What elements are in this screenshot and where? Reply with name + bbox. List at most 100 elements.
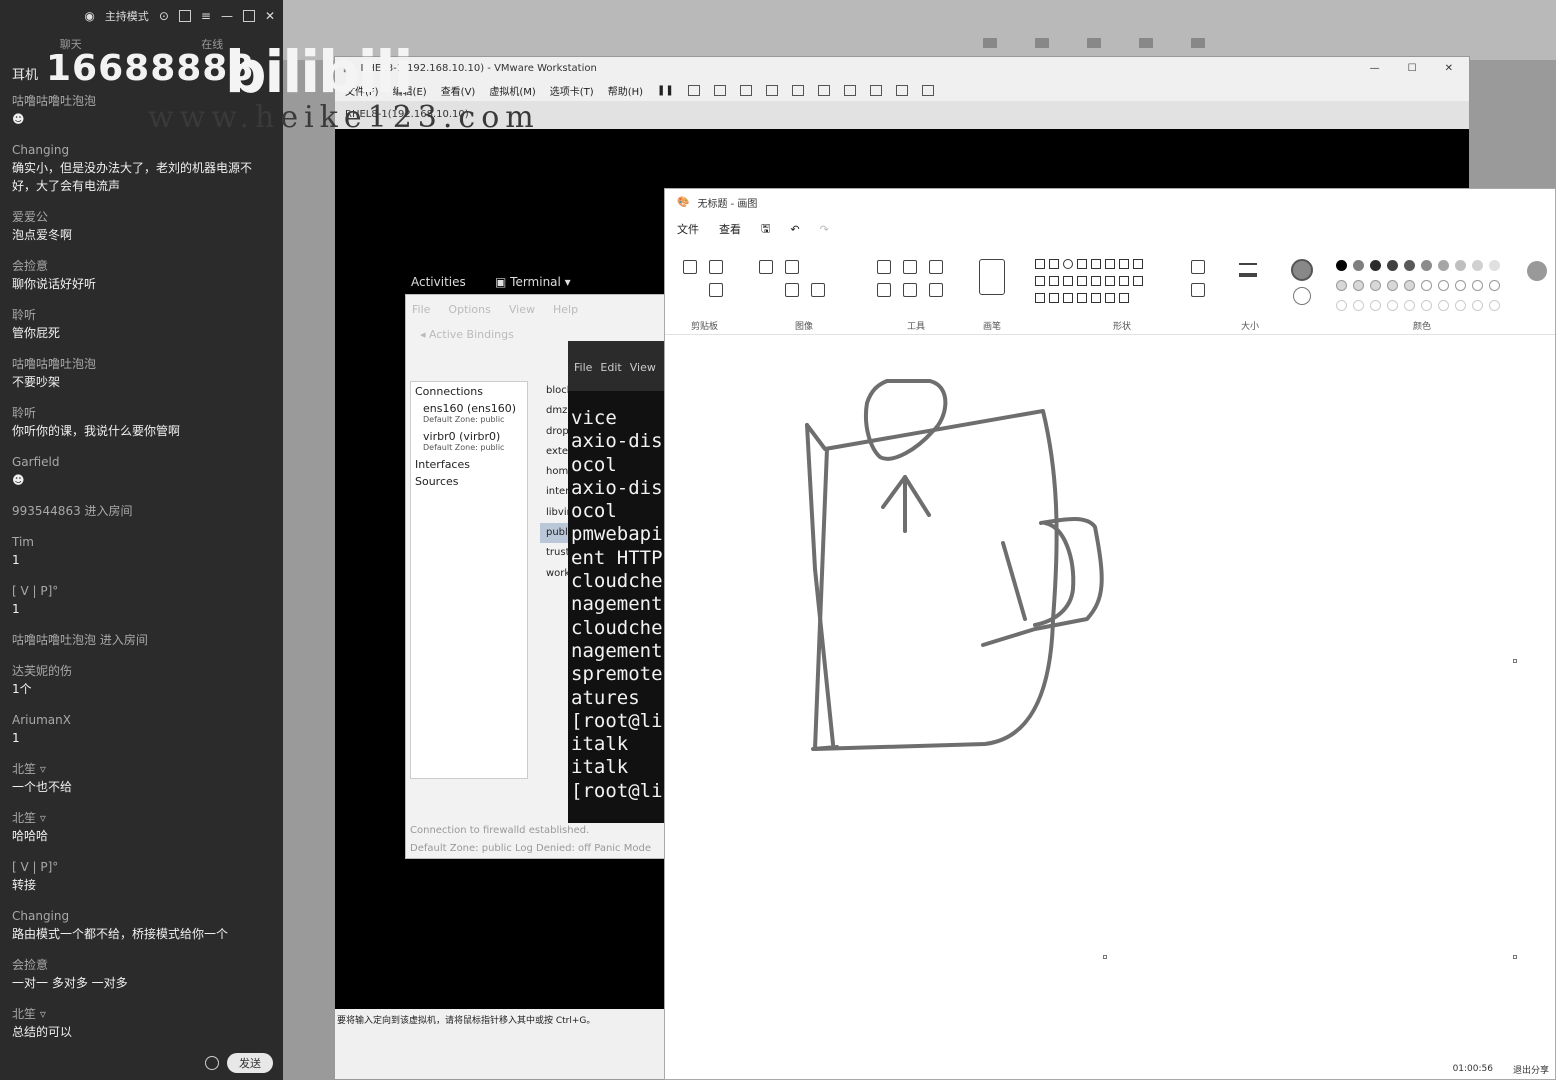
palette-color-swatch[interactable] (1421, 280, 1432, 291)
eraser-icon[interactable] (877, 283, 891, 297)
resize-handle[interactable] (1513, 955, 1517, 959)
gnome-activities-button[interactable]: Activities (411, 275, 466, 289)
chat-username[interactable]: 993544863 进入房间 (12, 502, 274, 520)
chat-username[interactable]: Tim (12, 533, 274, 551)
maximize-icon[interactable]: ☐ (1408, 63, 1417, 74)
chat-username[interactable]: 达芙妮的伤 (12, 662, 274, 680)
sources-header[interactable]: Sources (415, 475, 523, 488)
menu-icon[interactable]: ≡ (201, 9, 211, 23)
palette-color-swatch[interactable] (1438, 300, 1449, 311)
palette-color-swatch[interactable] (1370, 280, 1381, 291)
palette-color-swatch[interactable] (1387, 280, 1398, 291)
paste-icon[interactable] (683, 260, 697, 274)
palette-color-swatch[interactable] (1387, 300, 1398, 311)
palette-color-swatch[interactable] (1455, 280, 1466, 291)
resize-handle[interactable] (1103, 955, 1107, 959)
oval-shape-icon[interactable] (1063, 259, 1073, 269)
close-icon[interactable]: ✕ (265, 9, 275, 23)
chat-username[interactable]: 咕噜咕噜吐泡泡 进入房间 (12, 631, 274, 649)
palette-color-swatch[interactable] (1455, 300, 1466, 311)
minimize-icon[interactable]: — (1370, 63, 1380, 74)
palette-color-swatch[interactable] (1472, 260, 1483, 271)
cut-icon[interactable] (709, 260, 723, 274)
chat-username[interactable]: Garfield (12, 453, 274, 471)
snapshot-manager-icon[interactable] (765, 84, 778, 96)
sidebar-toggle-icon[interactable] (791, 84, 804, 96)
curve-shape-icon[interactable] (1049, 259, 1059, 269)
save-icon[interactable]: 🖫 (761, 220, 770, 239)
connection-item[interactable]: ens160 (ens160) (415, 402, 523, 415)
polygon-shape-icon[interactable] (1105, 259, 1115, 269)
chat-username[interactable]: 北笙 ▿ (12, 760, 274, 778)
term-menu-edit[interactable]: Edit (600, 361, 621, 391)
chat-username[interactable]: 会捡意 (12, 956, 274, 974)
palette-color-swatch[interactable] (1336, 260, 1347, 271)
minimize-icon[interactable]: — (221, 9, 233, 23)
right-triangle-shape-icon[interactable] (1133, 259, 1143, 269)
chat-username[interactable]: 聆听 (12, 404, 274, 422)
color2-swatch[interactable] (1293, 287, 1311, 305)
palette-color-swatch[interactable] (1438, 260, 1449, 271)
thumbnail-icon[interactable] (817, 84, 830, 96)
palette-color-swatch[interactable] (1370, 260, 1381, 271)
exit-share-button[interactable]: 退出分享 (1513, 1063, 1549, 1076)
close-icon[interactable]: ✕ (1445, 63, 1453, 74)
copy-icon[interactable] (709, 283, 723, 297)
chat-username[interactable]: AriumanX (12, 711, 274, 729)
triangle-shape-icon[interactable] (1119, 259, 1129, 269)
paint-menu-view[interactable]: 查看 (719, 221, 741, 237)
fw-menu-options[interactable]: Options (448, 303, 490, 316)
snapshot-icon[interactable] (713, 84, 726, 96)
desktop-shortcut-icon[interactable] (1139, 38, 1153, 48)
pencil-icon[interactable] (877, 260, 891, 274)
send-button[interactable]: 发送 (227, 1053, 273, 1073)
palette-color-swatch[interactable] (1472, 280, 1483, 291)
crop-icon[interactable] (785, 260, 799, 274)
rotate-icon[interactable] (811, 283, 825, 297)
callout-cloud-shape-icon[interactable] (1091, 293, 1101, 303)
fw-menu-view[interactable]: View (509, 303, 535, 316)
fw-menu-help[interactable]: Help (553, 303, 578, 316)
palette-color-swatch[interactable] (1404, 260, 1415, 271)
palette-color-swatch[interactable] (1336, 300, 1347, 311)
chat-username[interactable]: 爱爱公 (12, 208, 274, 226)
color-picker-icon[interactable] (903, 283, 917, 297)
menu-help[interactable]: 帮助(H) (608, 83, 643, 98)
lightning-shape-icon[interactable] (1119, 293, 1129, 303)
maximize-icon[interactable] (242, 10, 255, 22)
gnome-terminal-menu[interactable]: ▣ Terminal ▾ (495, 275, 571, 289)
star4-shape-icon[interactable] (1133, 276, 1143, 286)
text-icon[interactable] (929, 260, 943, 274)
palette-color-swatch[interactable] (1353, 280, 1364, 291)
fill-icon[interactable] (903, 260, 917, 274)
palette-color-swatch[interactable] (1336, 280, 1347, 291)
desktop-shortcut-icon[interactable] (1087, 38, 1101, 48)
chat-username[interactable]: 北笙 ▿ (12, 1005, 274, 1023)
color1-swatch[interactable] (1291, 259, 1313, 281)
arrow-down-shape-icon[interactable] (1119, 276, 1129, 286)
brush-icon[interactable] (979, 259, 1005, 295)
desktop-shortcut-icon[interactable] (1191, 38, 1205, 48)
heart-shape-icon[interactable] (1105, 293, 1115, 303)
chat-username[interactable]: Changing (12, 907, 274, 925)
paint-canvas[interactable] (665, 339, 1555, 1059)
select-icon[interactable] (759, 260, 773, 274)
palette-color-swatch[interactable] (1404, 300, 1415, 311)
line-shape-icon[interactable] (1035, 259, 1045, 269)
emoji-icon[interactable] (205, 1056, 219, 1070)
palette-color-swatch[interactable] (1455, 260, 1466, 271)
palette-color-swatch[interactable] (1353, 300, 1364, 311)
palette-color-swatch[interactable] (1370, 300, 1381, 311)
fw-menu-file[interactable]: File (412, 303, 430, 316)
redo-icon[interactable]: ↷ (820, 223, 829, 236)
paint-menu-file[interactable]: 文件 (677, 221, 699, 237)
diamond-shape-icon[interactable] (1035, 276, 1045, 286)
star5-shape-icon[interactable] (1035, 293, 1045, 303)
chat-username[interactable]: 会捡意 (12, 257, 274, 275)
stretch-icon[interactable] (921, 84, 934, 96)
desktop-shortcut-icon[interactable] (1035, 38, 1049, 48)
undo-icon[interactable]: ↶ (790, 223, 799, 236)
palette-color-swatch[interactable] (1353, 260, 1364, 271)
headset-icon[interactable]: ◉ (84, 9, 94, 23)
desktop-shortcut-icon[interactable] (983, 38, 997, 48)
